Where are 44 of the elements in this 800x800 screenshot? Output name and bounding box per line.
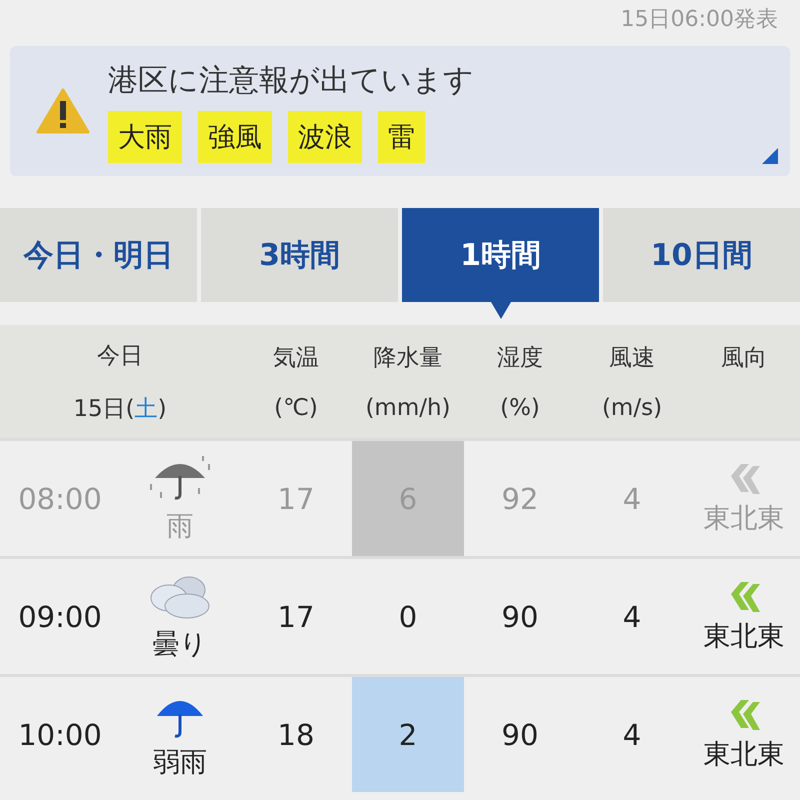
time-cell: 10:00 [18,718,102,752]
tab[interactable]: 10日間 [603,208,800,302]
wind-speed-cell: 4 [622,482,642,516]
column-unit: (mm/h) [365,395,451,421]
precipitation-cell: 2 [352,677,464,792]
column-header: 降水量 [374,344,442,373]
wind-direction-label: 東北東 [704,502,784,536]
warning-tag: 雷 [378,110,425,162]
warning-icon [36,88,90,134]
header-text: 今日 [97,342,143,370]
weather-label: 雨 [166,510,194,544]
time-cell: 08:00 [18,482,102,516]
weather-label: 曇り [152,628,208,662]
published-time: 15日06:00発表 [620,6,778,34]
warning-tag: 強風 [198,110,272,162]
column-unit: (℃) [274,395,318,421]
column-unit: (%) [500,395,540,421]
humidity-cell: 92 [502,482,538,516]
temperature-cell: 17 [278,600,314,634]
temperature-cell: 18 [278,718,314,752]
column-header: 湿度 [497,344,543,373]
tab[interactable]: 3時間 [201,208,398,302]
column-header: 風向 [721,344,767,373]
wind-direction-label: 東北東 [704,620,784,654]
header-date: 15日(土) [73,394,167,424]
temperature-cell: 17 [278,482,314,516]
precipitation-cell-text: 0 [398,598,418,636]
alert-title: 港区に注意報が出ています [108,62,474,100]
tab[interactable]: 1時間 [402,208,599,302]
warning-tag: 波浪 [288,110,362,162]
humidity-cell: 90 [502,718,538,752]
warning-tag: 大雨 [108,110,182,162]
humidity-cell: 90 [502,600,538,634]
column-unit: (m/s) [602,395,662,421]
tab[interactable]: 今日・明日 [0,208,197,302]
column-header: 気温 [273,344,319,373]
wind-direction-label: 東北東 [704,738,784,772]
corner-triangle-icon [762,148,778,164]
wind-speed-cell: 4 [622,600,642,634]
alert-banner[interactable]: 港区に注意報が出ています 大雨 強風 波浪 雷 [10,46,790,176]
weather-label: 弱雨 [153,746,207,780]
time-cell: 09:00 [18,600,102,634]
wind-speed-cell: 4 [622,718,642,752]
column-header: 風速 [609,344,655,373]
